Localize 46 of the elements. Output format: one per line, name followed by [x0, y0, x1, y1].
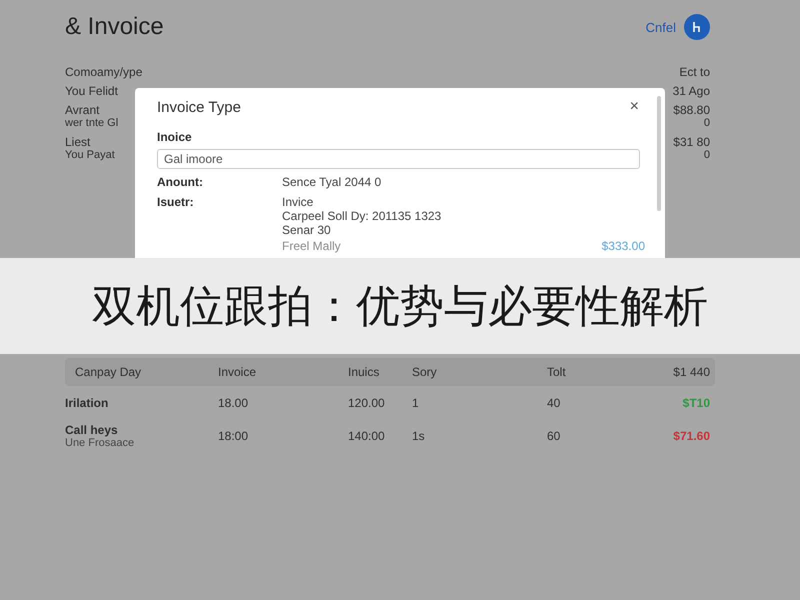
table-note: Une Frosaace — [65, 436, 136, 448]
detail-label: Liest — [65, 136, 92, 149]
amount-cell-text: $T10 — [682, 396, 710, 410]
detail-subvalue: 0 — [704, 117, 710, 130]
column-header: Sory — [412, 365, 438, 379]
detail-label: Avrant — [65, 104, 100, 117]
detail-value: $88.80 — [673, 104, 710, 117]
avatar-icon[interactable] — [684, 14, 710, 40]
info-label: Anount: — [157, 175, 204, 189]
info-value: Carpeel Soll Dy: 201135 1323 — [282, 209, 442, 223]
field-label: Inoice — [157, 130, 193, 144]
table-cell-text: 120.00 — [348, 396, 386, 410]
info-value: Senar 30 — [282, 223, 332, 237]
table-cell-text: 1s — [412, 428, 426, 442]
detail-label: Comoamy/ype — [65, 66, 142, 79]
info-value: Invice — [282, 195, 314, 209]
faded-amount: $333.00 — [602, 239, 645, 253]
table-cell-text: 1 — [412, 396, 420, 410]
table-cell-text: 140:00 — [348, 428, 386, 442]
detail-subvalue: 0 — [704, 149, 710, 162]
input-field[interactable]: Gal imoore — [157, 149, 640, 169]
column-header: Invoice — [218, 365, 258, 379]
table-cell-text: Irilation — [65, 396, 110, 410]
column-header: Canpay Day — [75, 365, 142, 379]
detail-sublabel: wer tnte Gl — [65, 117, 118, 130]
close-button[interactable]: × — [628, 98, 641, 116]
banner-title: 双机位跟拍：优势与必要性解析 — [92, 280, 708, 334]
column-header: $1 440 — [672, 365, 710, 379]
table-cell-text: 18:00 — [218, 428, 250, 442]
amount-cell-text: $71.60 — [672, 428, 710, 442]
detail-label: You Felidt — [65, 85, 118, 98]
detail-value: Ect to — [679, 66, 710, 79]
info-label: Isuetr: — [157, 195, 195, 211]
table-cell-text: Call heys — [65, 422, 119, 436]
dialog-title: Invoice Type — [157, 98, 241, 116]
detail-value: 31 Ago — [672, 85, 710, 98]
page-title: & Invoice — [65, 13, 164, 41]
faded-label: Freel Mally — [282, 239, 341, 253]
table-cell-text: 60 — [547, 428, 562, 442]
column-header: Tolt — [547, 365, 567, 379]
table-cell-text: 18.00 — [218, 396, 250, 410]
info-value: Sence Tyal 2044 0 — [282, 175, 382, 189]
detail-sublabel: You Payat — [65, 149, 115, 162]
column-header: Inuics — [348, 365, 380, 379]
table-cell-text: 40 — [547, 396, 562, 410]
detail-value: $31 80 — [673, 136, 710, 149]
